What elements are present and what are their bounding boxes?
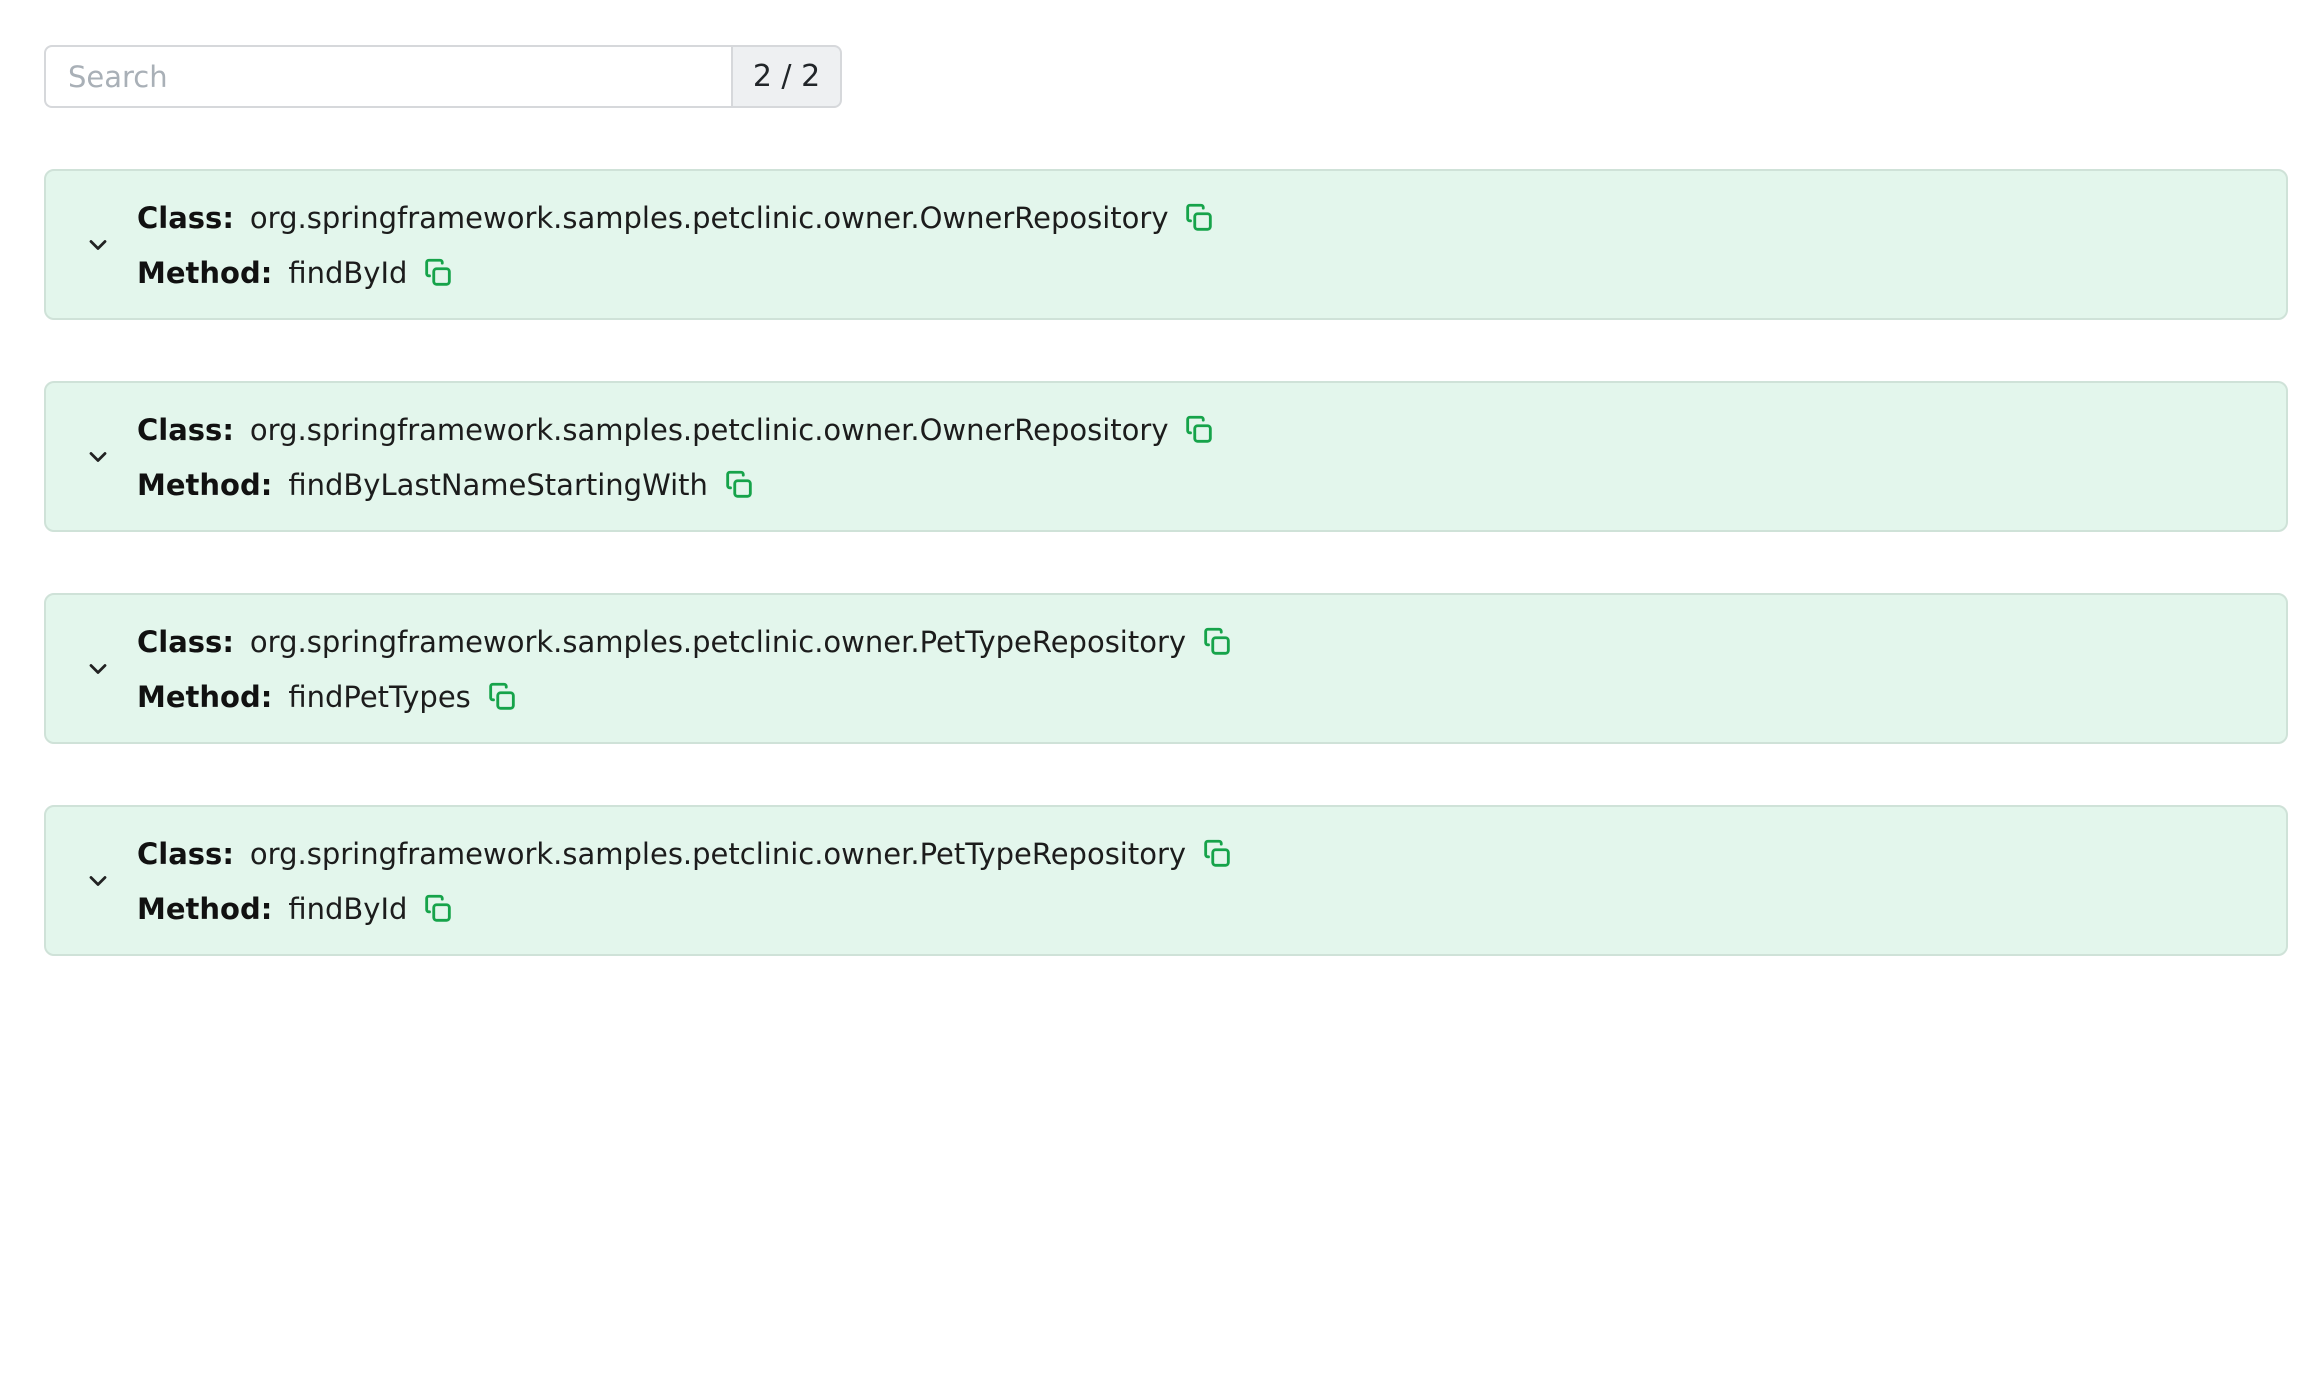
method-value: findPetTypes (288, 680, 471, 714)
method-row: Method: findPetTypes (137, 677, 519, 717)
copy-icon[interactable] (1182, 413, 1216, 447)
class-row: Class: org.springframework.samples.petcl… (137, 622, 1234, 662)
class-row: Class: org.springframework.samples.petcl… (137, 410, 1216, 450)
class-value: org.springframework.samples.petclinic.ow… (249, 625, 1187, 659)
method-label: Method: (137, 680, 273, 714)
search-bar: 2 / 2 (44, 45, 842, 108)
chevron-down-icon[interactable] (84, 231, 112, 259)
method-label: Method: (137, 468, 273, 502)
method-value: findById (288, 256, 408, 290)
class-row: Class: org.springframework.samples.petcl… (137, 198, 1216, 238)
method-label: Method: (137, 256, 273, 290)
method-row: Method: findById (137, 253, 455, 293)
class-row: Class: org.springframework.samples.petcl… (137, 834, 1234, 874)
class-label: Class: (137, 201, 234, 235)
chevron-down-icon[interactable] (84, 867, 112, 895)
copy-icon[interactable] (485, 680, 519, 714)
class-value: org.springframework.samples.petclinic.ow… (249, 201, 1169, 235)
copy-icon[interactable] (1182, 201, 1216, 235)
method-value: findById (288, 892, 408, 926)
method-label: Method: (137, 892, 273, 926)
result-card: Class: org.springframework.samples.petcl… (44, 593, 2288, 744)
search-input[interactable] (44, 45, 731, 108)
class-label: Class: (137, 625, 234, 659)
method-row: Method: findByLastNameStartingWith (137, 465, 756, 505)
copy-icon[interactable] (421, 892, 455, 926)
result-card: Class: org.springframework.samples.petcl… (44, 169, 2288, 320)
copy-icon[interactable] (421, 256, 455, 290)
chevron-down-icon[interactable] (84, 655, 112, 683)
result-card: Class: org.springframework.samples.petcl… (44, 805, 2288, 956)
class-value: org.springframework.samples.petclinic.ow… (249, 413, 1169, 447)
class-label: Class: (137, 413, 234, 447)
method-value: findByLastNameStartingWith (288, 468, 708, 502)
copy-icon[interactable] (1200, 625, 1234, 659)
search-result-counter: 2 / 2 (731, 45, 842, 108)
copy-icon[interactable] (1200, 837, 1234, 871)
result-card: Class: org.springframework.samples.petcl… (44, 381, 2288, 532)
method-row: Method: findById (137, 889, 455, 929)
result-list: Class: org.springframework.samples.petcl… (44, 169, 2288, 1017)
class-value: org.springframework.samples.petclinic.ow… (249, 837, 1187, 871)
class-label: Class: (137, 837, 234, 871)
copy-icon[interactable] (722, 468, 756, 502)
chevron-down-icon[interactable] (84, 443, 112, 471)
